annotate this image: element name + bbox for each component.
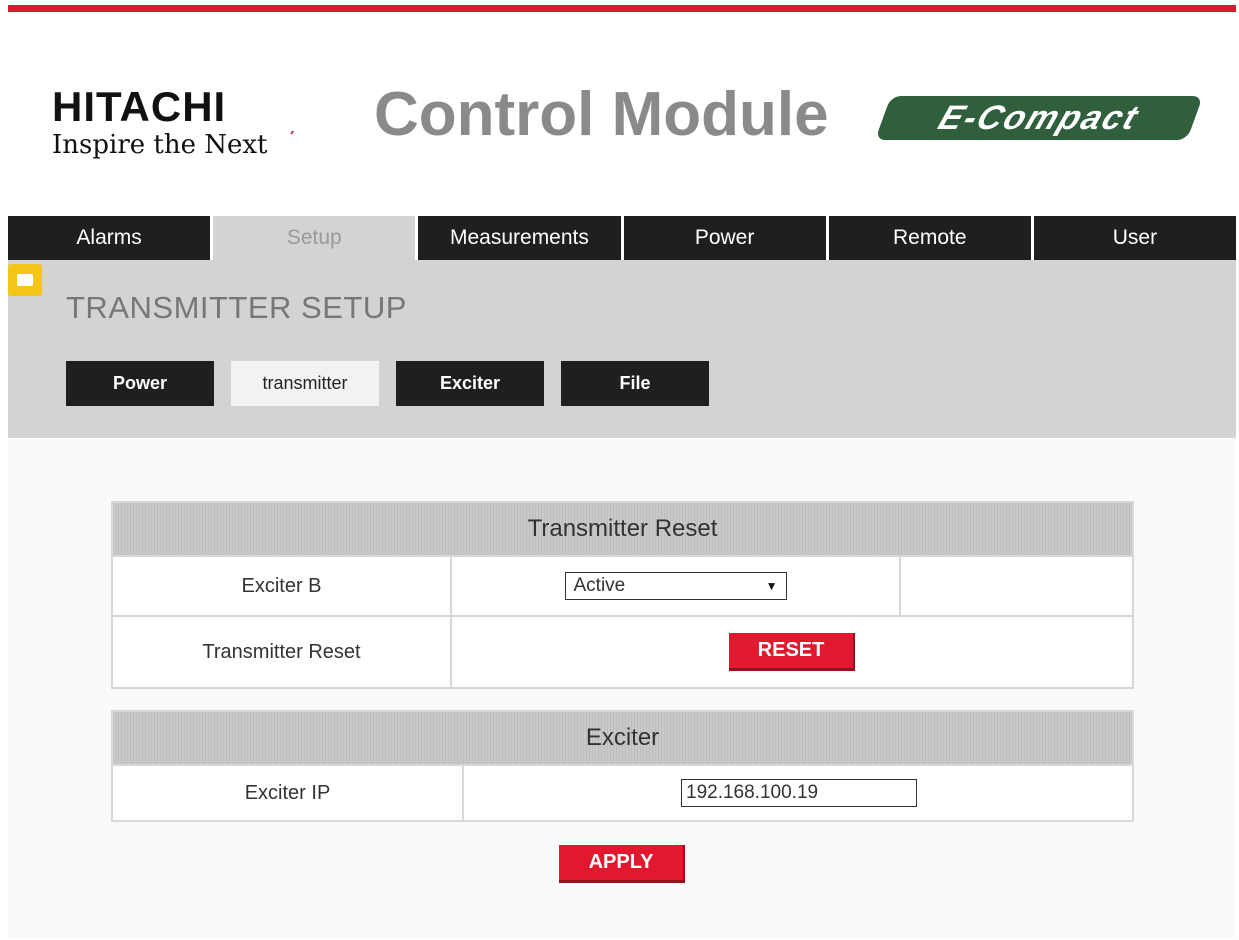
exciter-b-select-value: Active <box>573 575 626 596</box>
tab-alarms[interactable]: Alarms <box>8 216 214 260</box>
apply-button[interactable]: APPLY <box>559 845 685 883</box>
tab-measurements[interactable]: Measurements <box>418 216 624 260</box>
subtab-power[interactable]: Power <box>66 361 214 406</box>
exciter-header: Exciter <box>111 710 1134 766</box>
chevron-down-icon: ▼ <box>765 579 778 593</box>
product-badge: E-Compact <box>874 96 1204 140</box>
logo-tagline: Inspire the Next ′ <box>52 128 312 160</box>
exciter-b-cell: Active ▼ <box>450 555 901 617</box>
exciter-ip-cell: 192.168.100.19 <box>462 764 1134 822</box>
app-title: Control Module <box>374 80 829 149</box>
subtab-transmitter[interactable]: transmitter <box>231 361 379 406</box>
page-title: TRANSMITTER SETUP <box>66 290 407 325</box>
exciter-table: Exciter Exciter IP 192.168.100.19 <box>111 710 1134 822</box>
logo-tagline-text: Inspire the Next <box>52 130 268 160</box>
subtab-exciter[interactable]: Exciter <box>396 361 544 406</box>
exciter-b-label: Exciter B <box>111 555 452 617</box>
exciter-b-select[interactable]: Active ▼ <box>564 572 787 600</box>
hitachi-logo: HITACHI Inspire the Next ′ <box>52 83 312 161</box>
setup-subtabs: Power transmitter Exciter File <box>66 361 709 406</box>
subtab-file[interactable]: File <box>561 361 709 406</box>
main-nav: Alarms Setup Measurements Power Remote U… <box>8 216 1237 260</box>
tab-setup[interactable]: Setup <box>213 216 419 260</box>
top-accent-bar <box>8 5 1236 12</box>
transmitter-reset-table: Transmitter Reset Exciter B Active ▼ Tra… <box>111 501 1134 689</box>
tab-remote[interactable]: Remote <box>828 216 1034 260</box>
exciter-b-empty-cell <box>899 555 1134 617</box>
transmitter-reset-header: Transmitter Reset <box>111 501 1134 557</box>
setup-header-panel <box>8 260 1236 438</box>
tab-user[interactable]: User <box>1033 216 1237 260</box>
reset-button[interactable]: RESET <box>729 633 855 671</box>
tab-power[interactable]: Power <box>623 216 829 260</box>
note-icon[interactable] <box>8 264 42 296</box>
logo-name: HITACHI <box>52 83 227 130</box>
exciter-ip-label: Exciter IP <box>111 764 464 822</box>
logo-accent-mark: ′ <box>290 128 295 149</box>
exciter-ip-input[interactable]: 192.168.100.19 <box>681 779 917 807</box>
transmitter-reset-label: Transmitter Reset <box>111 615 452 689</box>
transmitter-reset-cell: RESET <box>450 615 1134 689</box>
note-bubble-shape <box>17 274 33 286</box>
product-badge-text: E-Compact <box>933 98 1145 137</box>
